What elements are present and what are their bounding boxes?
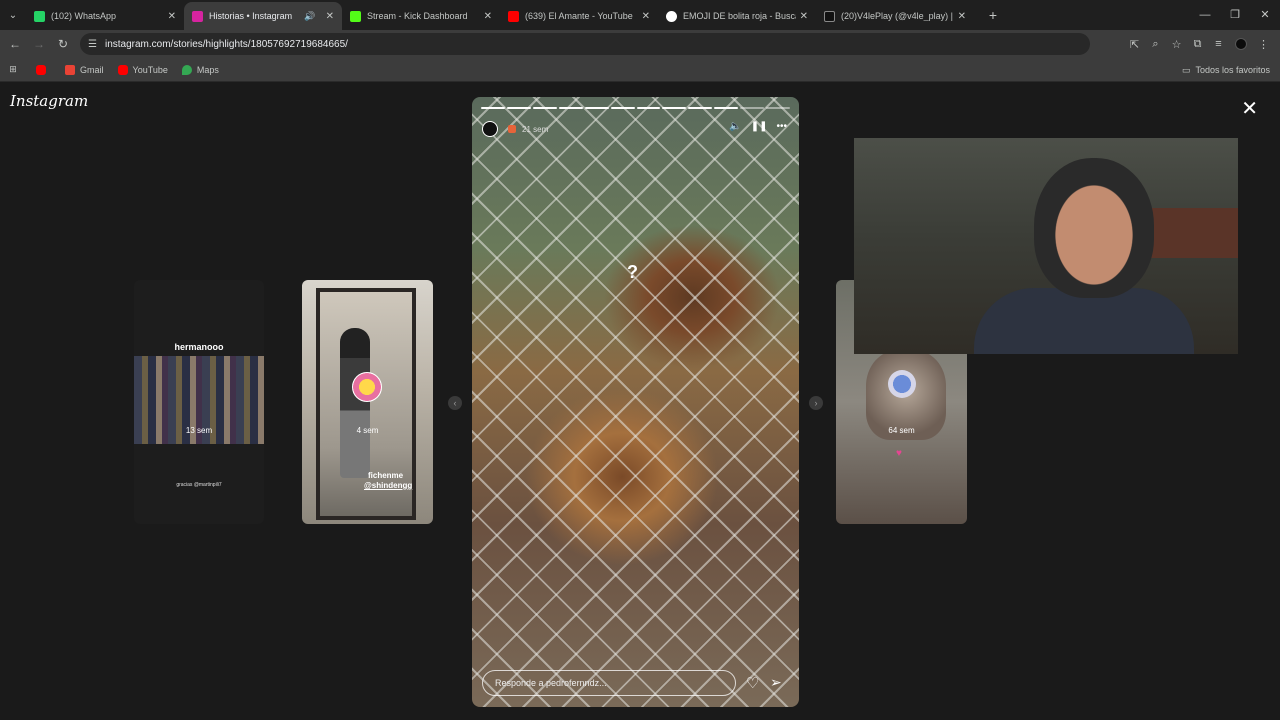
mute-icon[interactable]: 🔈 bbox=[729, 121, 741, 132]
apps-grid-icon[interactable]: ⊞ bbox=[0, 64, 26, 75]
toolbar-actions: ⇱ ⌕ ☆ ⧉ ≡ ⋮ bbox=[1124, 30, 1274, 58]
tab-tiktok[interactable]: (20)V4lePlay (@v4le_play) | TikT ✕ bbox=[816, 2, 974, 30]
story-person bbox=[340, 328, 370, 478]
webcam-overlay bbox=[854, 138, 1238, 354]
bookmark-star-icon[interactable]: ☆ bbox=[1166, 38, 1187, 51]
tab-title: EMOJI DE bolita roja - Buscar co bbox=[683, 11, 796, 21]
close-window-icon[interactable]: ✕ bbox=[1250, 0, 1280, 30]
story-time: 4 sem bbox=[356, 426, 379, 435]
heart-icon: ♥ bbox=[896, 448, 902, 459]
close-icon[interactable]: ✕ bbox=[1241, 96, 1258, 121]
story-text: fichenme bbox=[368, 471, 404, 480]
window-controls: — ❐ ✕ bbox=[1190, 0, 1280, 30]
back-icon[interactable]: ← bbox=[3, 37, 27, 51]
install-app-icon[interactable]: ⇱ bbox=[1124, 38, 1145, 51]
bookmark-youtube-short[interactable] bbox=[36, 64, 51, 75]
bookmark-maps[interactable]: Maps bbox=[181, 64, 219, 75]
avatar bbox=[888, 370, 916, 398]
bookmarks-bar: ⊞ Gmail YouTube Maps ▭ Todos los favorito… bbox=[0, 58, 1280, 82]
all-favorites-label: Todos los favoritos bbox=[1195, 65, 1270, 75]
toolbar: ← → ↻ ☰ instagram.com/stories/highlights… bbox=[0, 30, 1280, 58]
tab-title: (639) El Amante - YouTube bbox=[525, 11, 633, 21]
close-tab-icon[interactable]: ✕ bbox=[484, 11, 492, 22]
pause-icon[interactable]: ❚❚ bbox=[751, 121, 768, 132]
tiktok-icon bbox=[824, 10, 835, 22]
extensions-icon[interactable]: ⧉ bbox=[1187, 38, 1208, 51]
story-controls: 🔈 ❚❚ ••• bbox=[729, 121, 787, 132]
bookmark-gmail[interactable]: Gmail bbox=[65, 64, 104, 75]
story-time: 13 sem bbox=[185, 426, 213, 435]
address-bar[interactable]: ☰ instagram.com/stories/highlights/18057… bbox=[80, 33, 1090, 55]
close-tab-icon[interactable]: ✕ bbox=[800, 11, 808, 22]
story-mention: @shindengg bbox=[364, 481, 413, 490]
close-tab-icon[interactable]: ✕ bbox=[958, 11, 966, 22]
story-progress-bar bbox=[481, 107, 791, 109]
tab-title: Stream - Kick Dashboard bbox=[367, 11, 468, 21]
whatsapp-icon bbox=[34, 10, 45, 22]
streamer-head bbox=[1034, 158, 1154, 298]
story-caption: gracias @martinpili7 bbox=[176, 482, 222, 488]
youtube-icon bbox=[36, 64, 46, 75]
story-username: hermanooo bbox=[174, 342, 224, 352]
youtube-icon bbox=[508, 10, 519, 22]
maps-pin-icon bbox=[181, 64, 192, 75]
menu-icon[interactable]: ⋮ bbox=[1253, 38, 1274, 51]
kick-icon bbox=[350, 10, 361, 22]
question-sticker: ? bbox=[627, 262, 638, 282]
bookmark-youtube[interactable]: YouTube bbox=[117, 64, 168, 75]
send-icon[interactable]: ➢ bbox=[770, 674, 782, 691]
bookmark-label: YouTube bbox=[132, 64, 168, 75]
minimize-icon[interactable]: — bbox=[1190, 0, 1220, 30]
forward-icon[interactable]: → bbox=[27, 37, 51, 51]
google-icon bbox=[666, 10, 677, 22]
instagram-logo[interactable]: Instagram bbox=[10, 92, 88, 110]
instagram-icon bbox=[192, 10, 203, 22]
tab-instagram[interactable]: Historias • Instagram 🔊 ✕ bbox=[184, 2, 342, 30]
bookmark-label: Maps bbox=[196, 64, 219, 75]
tab-kick[interactable]: Stream - Kick Dashboard ✕ bbox=[342, 2, 500, 30]
close-tab-icon[interactable]: ✕ bbox=[326, 11, 334, 22]
reply-input[interactable] bbox=[482, 670, 736, 696]
gmail-icon bbox=[65, 64, 75, 75]
folder-icon: ▭ bbox=[1181, 64, 1191, 75]
tab-youtube[interactable]: (639) El Amante - YouTube ✕ bbox=[500, 2, 658, 30]
avatar[interactable] bbox=[482, 121, 498, 137]
like-heart-icon[interactable]: ♡ bbox=[746, 674, 759, 692]
site-info-icon[interactable]: ☰ bbox=[88, 39, 97, 50]
more-options-icon[interactable]: ••• bbox=[776, 121, 787, 132]
tab-whatsapp[interactable]: (102) WhatsApp ✕ bbox=[26, 2, 184, 30]
side-story-2[interactable]: 4 sem fichenme @shindengg bbox=[302, 280, 433, 524]
youtube-icon bbox=[117, 64, 128, 75]
tab-bar: ⌄ (102) WhatsApp ✕ Historias • Instagram… bbox=[0, 0, 1280, 30]
url-text: instagram.com/stories/highlights/1805769… bbox=[104, 38, 348, 50]
side-story-1[interactable]: hermanooo 13 sem gracias @martinpili7 bbox=[134, 280, 264, 524]
new-tab-button[interactable]: + bbox=[982, 7, 1004, 23]
tab-search-button[interactable]: ⌄ bbox=[0, 0, 26, 30]
all-favorites-button[interactable]: ▭ Todos los favoritos bbox=[1182, 58, 1270, 82]
active-story[interactable]: 21 sem 🔈 ❚❚ ••• ? ♡ ➢ bbox=[472, 97, 799, 707]
zoom-icon[interactable]: ⌕ bbox=[1145, 38, 1166, 51]
restore-icon[interactable]: ❐ bbox=[1220, 0, 1250, 30]
avatar bbox=[352, 372, 382, 402]
tab-title: (20)V4lePlay (@v4le_play) | TikT bbox=[841, 11, 954, 21]
media-control-icon[interactable]: ≡ bbox=[1208, 38, 1229, 50]
highlight-icon bbox=[508, 125, 516, 133]
story-time: 64 sem bbox=[888, 426, 915, 435]
story-viewer: Instagram ✕ hermanooo 13 sem gracias @ma… bbox=[0, 82, 1280, 720]
story-time: 21 sem bbox=[522, 124, 549, 134]
tab-google-search[interactable]: EMOJI DE bolita roja - Buscar co ✕ bbox=[658, 2, 816, 30]
next-story-icon[interactable]: › bbox=[809, 396, 823, 410]
previous-story-icon[interactable]: ‹ bbox=[448, 396, 462, 410]
tab-title: Historias • Instagram bbox=[209, 11, 293, 21]
close-tab-icon[interactable]: ✕ bbox=[642, 11, 650, 22]
speaker-icon[interactable]: 🔊 bbox=[304, 11, 315, 22]
tab-title: (102) WhatsApp bbox=[51, 11, 117, 21]
close-tab-icon[interactable]: ✕ bbox=[168, 11, 176, 22]
reload-icon[interactable]: ↻ bbox=[51, 37, 75, 51]
bookmark-label: Gmail bbox=[80, 64, 104, 75]
profile-avatar[interactable] bbox=[1235, 38, 1247, 50]
